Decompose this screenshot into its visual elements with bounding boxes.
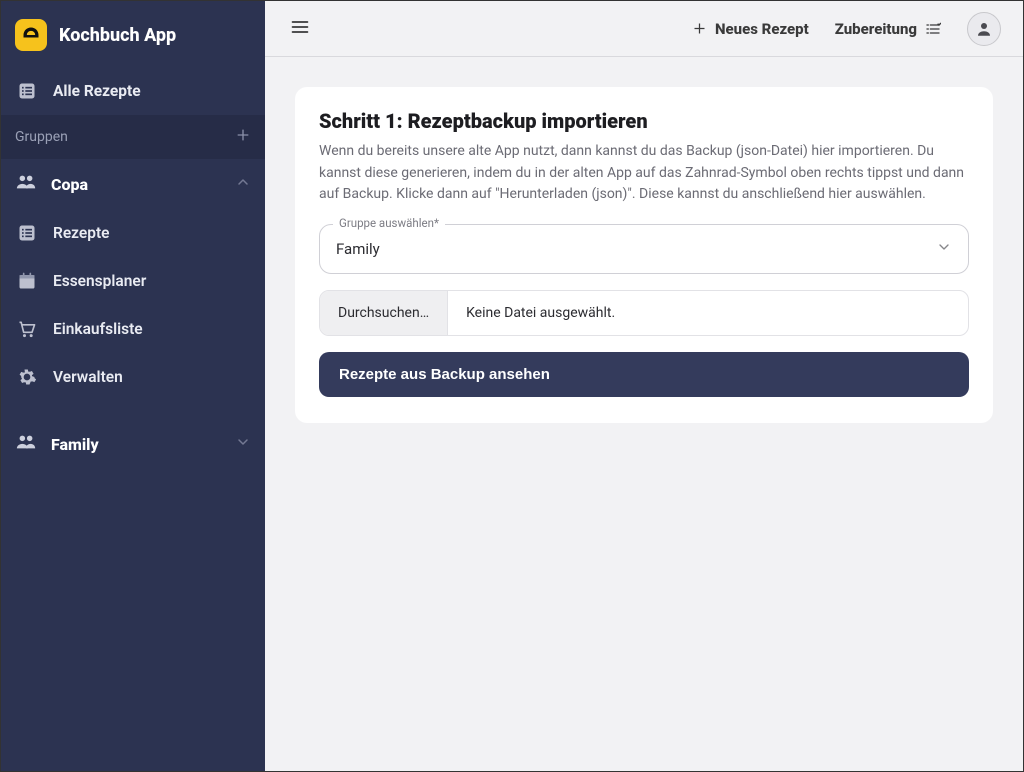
sidebar-groups-header: Gruppen [1, 115, 265, 159]
sidebar-groups-label: Gruppen [15, 129, 68, 145]
preparation-button[interactable]: Zubereitung [835, 20, 941, 38]
nav-manage-label: Verwalten [53, 368, 123, 386]
group-family-name: Family [51, 435, 99, 454]
browse-button[interactable]: Durchsuchen… [320, 291, 448, 335]
chevron-up-icon [235, 174, 251, 194]
group-select[interactable]: Family [319, 224, 969, 274]
submit-button[interactable]: Rezepte aus Backup ansehen [319, 352, 969, 397]
menu-toggle[interactable] [287, 14, 313, 44]
group-select-field: Gruppe auswählen* Family [319, 224, 969, 274]
group-copa-name: Copa [51, 175, 88, 194]
group-family[interactable]: Family [1, 419, 265, 469]
app-logo [15, 19, 47, 51]
group-select-label: Gruppe auswählen* [333, 216, 445, 230]
import-card: Schritt 1: Rezeptbackup importieren Wenn… [295, 87, 993, 423]
content: Schritt 1: Rezeptbackup importieren Wenn… [265, 57, 1023, 771]
nav-recipes-label: Rezepte [53, 224, 110, 242]
app-title: Kochbuch App [59, 25, 176, 46]
nav-manage[interactable]: Verwalten [1, 353, 265, 401]
list-icon [15, 79, 39, 103]
nav-recipes[interactable]: Rezepte [1, 209, 265, 257]
file-picker: Durchsuchen… Keine Datei ausgewählt. [319, 290, 969, 336]
topbar: Neues Rezept Zubereitung [265, 1, 1023, 57]
group-copa-children: Rezepte Essensplaner Einkaufsliste Verwa… [1, 209, 265, 401]
nav-shopping-list[interactable]: Einkaufsliste [1, 305, 265, 353]
menu-icon [290, 17, 310, 37]
new-recipe-button[interactable]: Neues Rezept [692, 20, 809, 38]
add-group-button[interactable] [235, 127, 251, 147]
calendar-icon [15, 269, 39, 293]
nav-all-recipes-label: Alle Rezepte [53, 82, 141, 100]
sidebar-header: Kochbuch App [1, 1, 265, 67]
browse-button-label: Durchsuchen… [338, 305, 429, 321]
page-title: Schritt 1: Rezeptbackup importieren [319, 109, 969, 133]
user-avatar-button[interactable] [967, 12, 1001, 46]
submit-button-label: Rezepte aus Backup ansehen [339, 366, 550, 383]
gear-icon [15, 365, 39, 389]
file-status: Keine Datei ausgewählt. [448, 291, 633, 335]
main: Neues Rezept Zubereitung Schritt 1: Reze… [265, 1, 1023, 771]
nav-all-recipes[interactable]: Alle Rezepte [1, 67, 265, 115]
group-copa[interactable]: Copa [1, 159, 265, 209]
sidebar: Kochbuch App Alle Rezepte Gruppen Copa [1, 1, 265, 771]
nav-meal-planner[interactable]: Essensplaner [1, 257, 265, 305]
preparation-label: Zubereitung [835, 20, 917, 38]
new-recipe-label: Neues Rezept [715, 20, 809, 38]
chevron-down-icon [936, 239, 952, 259]
user-icon [975, 20, 993, 38]
group-select-value: Family [336, 240, 380, 258]
plus-icon [235, 127, 251, 143]
cart-icon [15, 317, 39, 341]
nav-meal-planner-label: Essensplaner [53, 272, 146, 290]
nav-shopping-list-label: Einkaufsliste [53, 320, 143, 338]
plus-icon [692, 21, 707, 36]
list-icon [15, 221, 39, 245]
people-icon [15, 171, 37, 197]
page-description: Wenn du bereits unsere alte App nutzt, d… [319, 141, 969, 206]
people-icon [15, 431, 37, 457]
checklist-icon [925, 21, 941, 37]
chevron-down-icon [235, 434, 251, 454]
